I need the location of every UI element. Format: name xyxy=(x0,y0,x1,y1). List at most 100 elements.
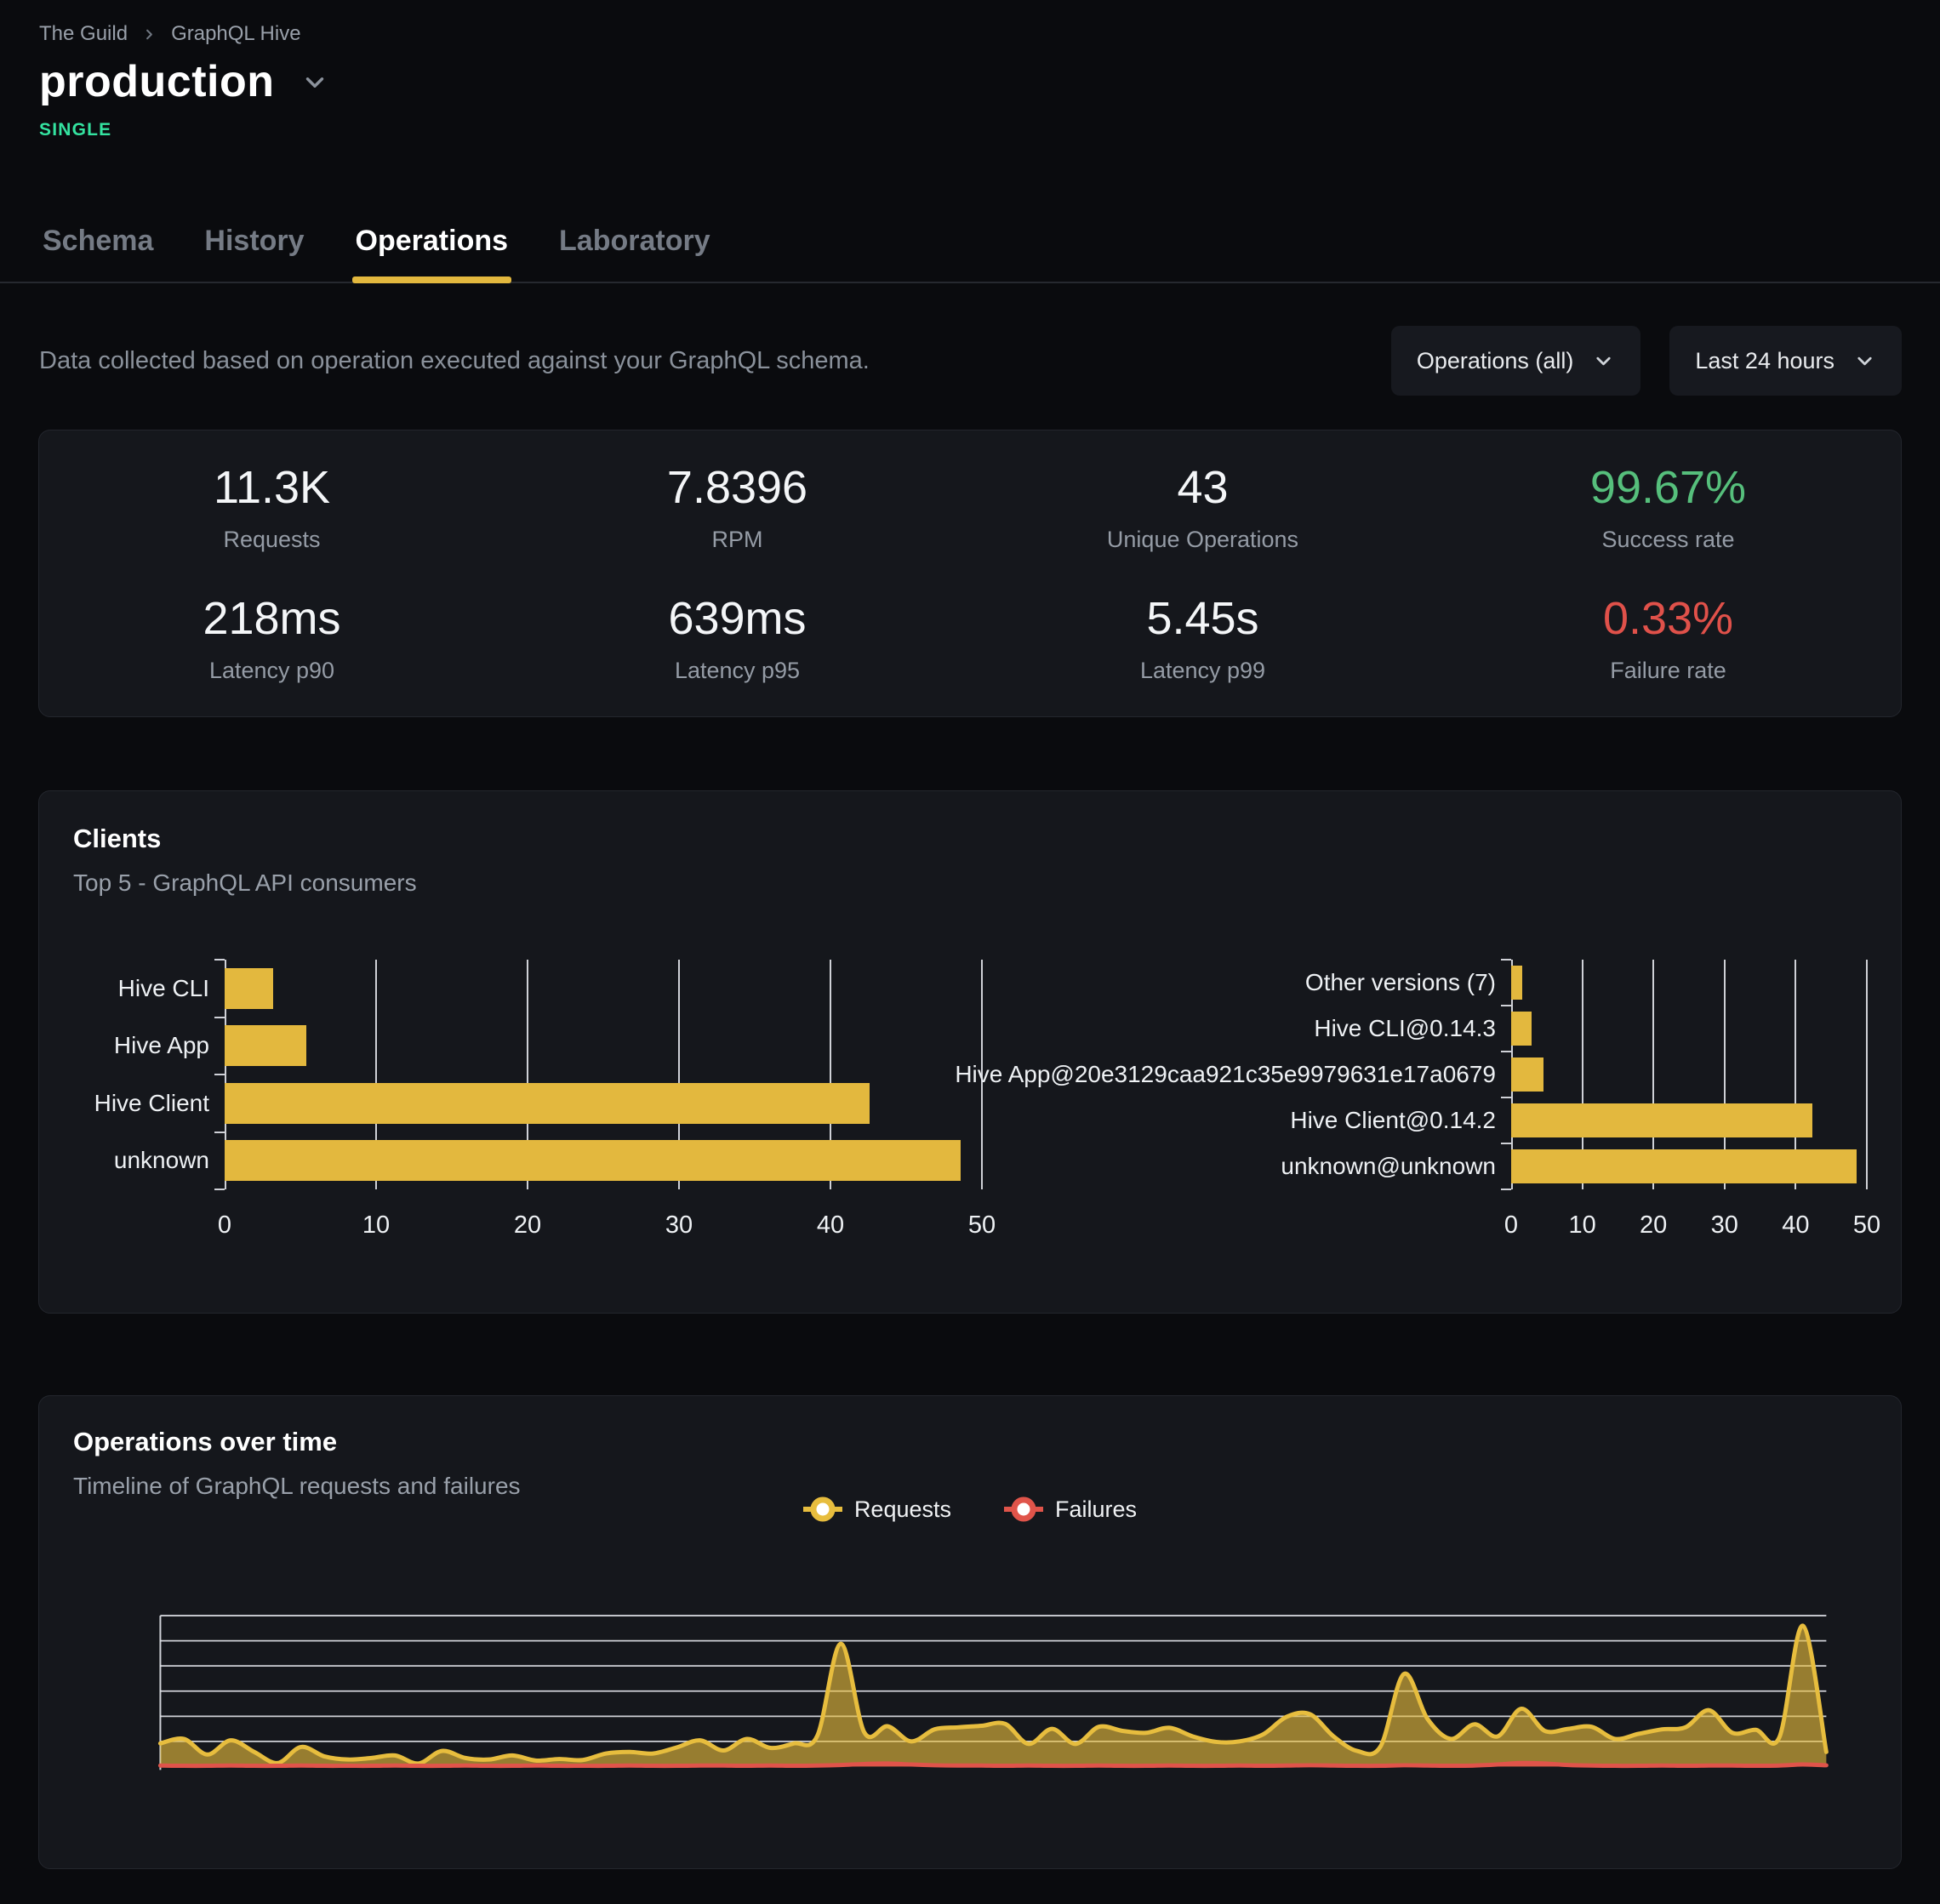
axis-tick-stub xyxy=(1501,1143,1511,1144)
bar-label-unknown: unknown xyxy=(73,1132,225,1190)
x-tick-label: 50 xyxy=(1853,1211,1880,1240)
bar-label-hive-cli-0-14-3: Hive CLI@0.14.3 xyxy=(1009,1006,1511,1052)
stat-value: 0.33% xyxy=(1435,594,1901,644)
stat-label: Requests xyxy=(39,527,505,553)
bar-plot-wrap: 01020304050 xyxy=(225,960,982,1242)
operations-filter-dropdown[interactable]: Operations (all) xyxy=(1391,326,1641,396)
chevron-down-icon xyxy=(1853,350,1876,373)
legend-failures[interactable]: Failures xyxy=(1004,1495,1137,1524)
requests-legend-marker-icon xyxy=(803,1495,842,1524)
bar-label-unknown-unknown: unknown@unknown xyxy=(1009,1143,1511,1189)
breadcrumb-item-graphql-hive[interactable]: GraphQL Hive xyxy=(171,22,301,46)
bar-hive-client-0-14-2 xyxy=(1511,1103,1812,1137)
bar-plot-area xyxy=(1511,960,1867,1189)
clients-subtitle: Top 5 - GraphQL API consumers xyxy=(73,869,1867,897)
operations-timeline-chart xyxy=(39,1396,1901,1868)
stat-latency-p90: 218ms Latency p90 xyxy=(39,594,505,684)
bar-label-hive-client: Hive Client xyxy=(73,1075,225,1132)
bar-x-axis: 01020304050 xyxy=(1511,1189,1867,1242)
bar-hive-client xyxy=(225,1083,870,1124)
stat-value: 218ms xyxy=(39,594,505,644)
axis-tick-stub xyxy=(1501,1051,1511,1052)
tab-operations[interactable]: Operations xyxy=(352,224,511,282)
x-tick-label: 20 xyxy=(514,1211,541,1240)
breadcrumb-separator-icon xyxy=(141,26,157,43)
bar-unknown xyxy=(225,1140,961,1181)
stat-value: 639ms xyxy=(505,594,970,644)
requests-series xyxy=(160,1626,1826,1767)
axis-tick-stub xyxy=(1501,1189,1511,1190)
stat-rpm: 7.8396RPM xyxy=(505,463,970,553)
stat-label: Latency p99 xyxy=(970,658,1435,684)
clients-title: Clients xyxy=(73,824,1867,854)
bar-hive-app-20e3129caa921c35e9979631e17a0679 xyxy=(1511,1057,1543,1092)
axis-tick-stub xyxy=(1501,1097,1511,1098)
bar-hive-app xyxy=(225,1025,306,1066)
operations-over-time-card: Operations over time Timeline of GraphQL… xyxy=(38,1395,1902,1869)
tab-history[interactable]: History xyxy=(201,224,307,282)
bar-label-other-versions-7: Other versions (7) xyxy=(1009,960,1511,1006)
bar-label-hive-cli: Hive CLI xyxy=(73,960,225,1018)
stat-requests: 11.3K Requests xyxy=(39,463,505,553)
breadcrumb: The Guild GraphQL Hive xyxy=(39,22,1940,46)
tab-schema[interactable]: Schema xyxy=(39,224,157,282)
axis-tick-stub xyxy=(1501,1005,1511,1006)
breadcrumb-item-the-guild[interactable]: The Guild xyxy=(39,22,128,46)
axis-tick-stub xyxy=(214,1017,225,1018)
axis-tick-stub xyxy=(214,1132,225,1133)
dropdown-label: Last 24 hours xyxy=(1695,348,1834,374)
stat-label: Success rate xyxy=(1435,527,1901,553)
stat-latency-p99: 5.45s Latency p99 xyxy=(970,594,1435,684)
filter-buttons: Operations (all) Last 24 hours xyxy=(1391,326,1902,396)
legend-label: Failures xyxy=(1055,1496,1137,1523)
x-tick-label: 50 xyxy=(968,1211,996,1240)
stat-success-rate: 99.67% Success rate xyxy=(1435,463,1901,553)
controls-row: Data collected based on operation execut… xyxy=(39,326,1902,396)
stat-latency-p95: 639ms Latency p95 xyxy=(505,594,970,684)
x-gridline xyxy=(981,960,983,1189)
stats-card: 11.3K Requests7.8396RPM43 Unique Operation… xyxy=(38,430,1902,717)
bar-hive-cli-0-14-3 xyxy=(1511,1012,1532,1046)
x-tick-label: 10 xyxy=(1568,1211,1595,1240)
stat-label: Latency p90 xyxy=(39,658,505,684)
axis-tick-stub xyxy=(214,1189,225,1190)
bar-hive-cli xyxy=(225,968,273,1009)
target-selector-chevron-icon[interactable] xyxy=(300,68,329,97)
stat-value: 5.45s xyxy=(970,594,1435,644)
requests-area xyxy=(160,1626,1826,1767)
legend-label: Requests xyxy=(854,1496,951,1523)
tab-laboratory[interactable]: Laboratory xyxy=(556,224,714,282)
bar-label-hive-app: Hive App xyxy=(73,1018,225,1075)
bar-x-axis: 01020304050 xyxy=(225,1189,982,1242)
axis-tick-stub xyxy=(214,959,225,961)
page-title: production xyxy=(39,58,275,106)
chevron-down-icon xyxy=(1592,350,1615,373)
bar-label-hive-app-20e3129caa921c35e9979631e17a0679: Hive App@20e3129caa921c35e9979631e17a067… xyxy=(1009,1052,1511,1097)
x-tick-label: 40 xyxy=(817,1211,844,1240)
x-tick-label: 30 xyxy=(665,1211,693,1240)
bar-category-labels: Hive CLIHive AppHive Clientunknown xyxy=(73,960,225,1242)
bar-category-labels: Other versions (7)Hive CLI@0.14.3Hive Ap… xyxy=(1009,960,1511,1242)
time-range-dropdown[interactable]: Last 24 hours xyxy=(1669,326,1902,396)
stat-value: 43 xyxy=(970,463,1435,513)
bar-plot-area xyxy=(225,960,982,1189)
stat-value: 11.3K xyxy=(39,463,505,513)
stat-value: 7.8396 xyxy=(505,463,970,513)
stat-value: 99.67% xyxy=(1435,463,1901,513)
stat-label: Latency p95 xyxy=(505,658,970,684)
x-tick-label: 20 xyxy=(1640,1211,1667,1240)
stat-label: Unique Operations xyxy=(970,527,1435,553)
x-tick-label: 40 xyxy=(1782,1211,1809,1240)
bar-other-versions-7 xyxy=(1511,966,1522,1000)
x-tick-label: 0 xyxy=(1504,1211,1518,1240)
timeline-legend: Requests Failures xyxy=(39,1495,1901,1524)
x-gridline xyxy=(1866,960,1868,1189)
bar-label-hive-client-0-14-2: Hive Client@0.14.2 xyxy=(1009,1097,1511,1143)
clients-by-name-chart: Hive CLIHive AppHive Clientunknown010203… xyxy=(73,960,982,1242)
legend-requests[interactable]: Requests xyxy=(803,1495,951,1524)
x-tick-label: 0 xyxy=(218,1211,231,1240)
bar-plot-wrap: 01020304050 xyxy=(1511,960,1867,1242)
page-description: Data collected based on operation execut… xyxy=(39,347,870,375)
clients-card: Clients Top 5 - GraphQL API consumers Hi… xyxy=(38,790,1902,1314)
axis-tick-stub xyxy=(1501,959,1511,961)
